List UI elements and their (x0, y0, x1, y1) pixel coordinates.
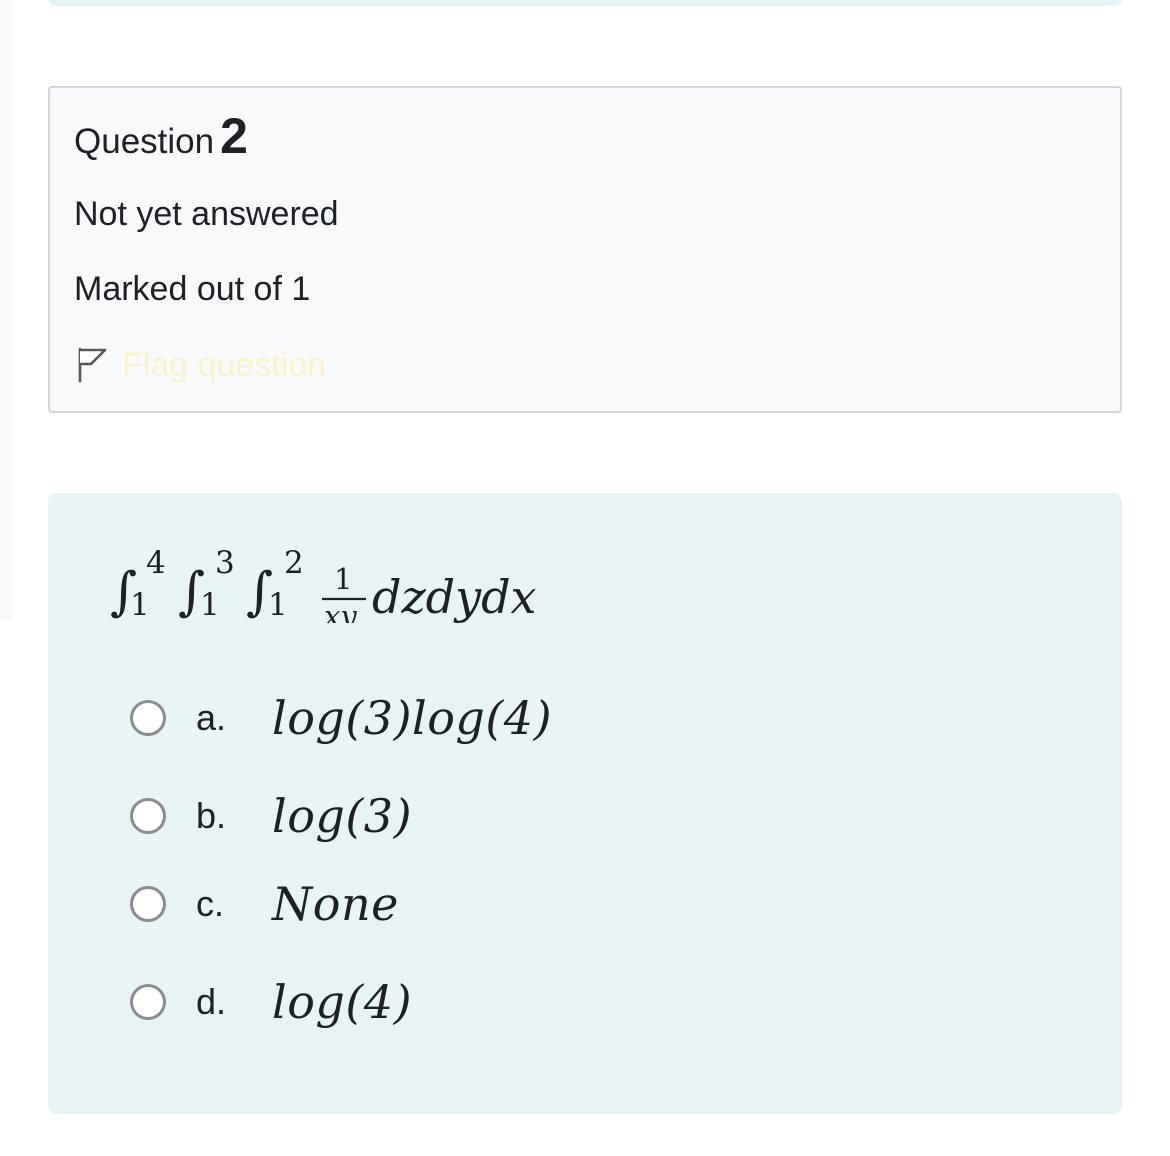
previous-question-panel (48, 0, 1122, 6)
option-letter: d. (196, 981, 227, 1022)
page-edge (0, 0, 12, 620)
flag-icon[interactable] (74, 345, 108, 385)
radio-a[interactable] (130, 700, 166, 736)
fraction-numerator: 1 (334, 562, 352, 596)
integral-3-upper: 2 (284, 545, 304, 581)
option-text: log(3)log(4) (272, 691, 553, 745)
integral-2-lower: 1 (200, 587, 220, 623)
option-text: None (272, 877, 399, 931)
answer-option-a[interactable]: a. log(3)log(4) (130, 683, 552, 753)
option-letter: b. (196, 795, 227, 836)
question-info-panel: Question 2 Not yet answered Marked out of… (48, 86, 1122, 413)
question-content: ∫ 4 1 ∫ 3 1 ∫ 2 1 1 xy dzdydx a. log(3)l… (48, 493, 1122, 1114)
flag-question-link[interactable]: Flag question (74, 342, 326, 388)
option-text: log(3) (272, 789, 413, 843)
integral-2-upper: 3 (215, 545, 235, 581)
integral-1-lower: 1 (130, 587, 150, 623)
answer-option-b[interactable]: b. log(3) (130, 781, 412, 851)
option-letter: c. (196, 883, 225, 924)
question-state: Not yet answered (74, 195, 339, 233)
option-letter: a. (196, 697, 227, 738)
integral-3-lower: 1 (268, 587, 288, 623)
fraction-denominator: xy (324, 599, 357, 623)
integral-1-upper: 4 (146, 545, 166, 581)
question-number: 2 (220, 108, 248, 164)
question-label: Question (74, 122, 215, 161)
answer-option-d[interactable]: d. log(4) (130, 967, 412, 1037)
radio-d[interactable] (130, 984, 166, 1020)
option-text: log(4) (272, 975, 413, 1029)
answer-option-c[interactable]: c. None (130, 869, 399, 939)
radio-c[interactable] (130, 886, 166, 922)
question-formula: ∫ 4 1 ∫ 3 1 ∫ 2 1 1 xy dzdydx (110, 545, 537, 623)
radio-b[interactable] (130, 798, 166, 834)
question-grade: Marked out of 1 (74, 270, 311, 308)
question-heading: Question 2 (74, 110, 248, 168)
flag-question-label[interactable]: Flag question (122, 346, 326, 385)
differentials: dzdydx (372, 570, 537, 623)
